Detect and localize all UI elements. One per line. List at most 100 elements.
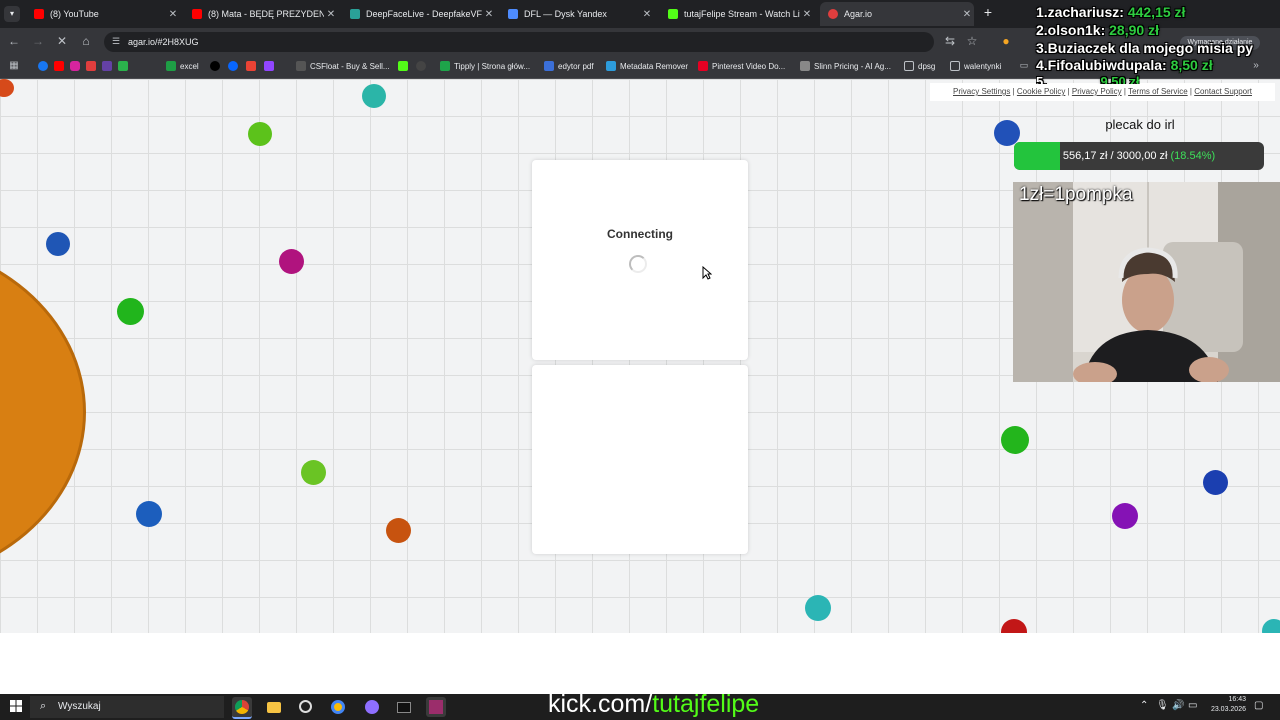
chrome-taskbar-icon[interactable]: [232, 697, 252, 719]
bookmark-icons-3: [398, 61, 426, 71]
footer-links: Privacy Settings | Cookie Policy | Priva…: [930, 83, 1275, 101]
close-icon[interactable]: ✕: [166, 9, 180, 20]
contact-support-link[interactable]: Contact Support: [1194, 87, 1252, 96]
excel-icon: [166, 61, 176, 71]
windows-start-icon[interactable]: [10, 700, 22, 712]
terminal-icon[interactable]: [394, 697, 414, 717]
pinterest-video-icon: [698, 61, 708, 71]
food-cell: [1203, 470, 1228, 495]
forward-icon[interactable]: →: [30, 34, 46, 48]
folder-icon: [904, 61, 914, 71]
donation-goal-bar: 556,17 zł / 3000,00 zł (18.54%): [1014, 142, 1264, 170]
bookmark-star-icon[interactable]: ☆: [964, 34, 980, 48]
bookmark-folder-walentynki[interactable]: walentynki: [950, 61, 1001, 71]
tray-chevron-icon[interactable]: ⌃: [1140, 700, 1148, 711]
yandex-disk-icon: [508, 9, 518, 19]
webcam-feed: [1013, 182, 1280, 382]
webcam-caption: 1zł=1pompka: [1019, 184, 1133, 205]
stop-loading-icon[interactable]: ✕: [54, 34, 70, 48]
download-icon[interactable]: [416, 61, 426, 71]
terms-of-service-link[interactable]: Terms of Service: [1128, 87, 1188, 96]
privacy-settings-link[interactable]: Privacy Settings: [953, 87, 1010, 96]
tab-mata[interactable]: (8) Mata - BĘDĘ PREZYDEN ✕: [184, 2, 338, 26]
back-icon[interactable]: ←: [6, 34, 22, 48]
pinterest-icon[interactable]: [86, 61, 96, 71]
tab-kick-stream[interactable]: tutajFelipe Stream - Watch Live ✕: [660, 2, 814, 26]
close-icon[interactable]: ✕: [482, 9, 496, 20]
food-cell: [1001, 426, 1029, 454]
gmail-icon[interactable]: [246, 61, 256, 71]
instagram-icon[interactable]: [70, 61, 80, 71]
chrome-profile-icon[interactable]: [328, 697, 348, 717]
shield-icon[interactable]: [118, 61, 128, 71]
apps-grid-icon[interactable]: ▦: [6, 60, 22, 71]
new-tab-button[interactable]: +: [980, 4, 996, 20]
tab-deepfacelive[interactable]: DeepFaceLive - DeepfakeVFX.c ✕: [342, 2, 496, 26]
url-text: agar.io/#2H8XUG: [128, 37, 199, 47]
mouse-cursor-icon: [702, 266, 712, 280]
taskbar-clock[interactable]: 16:43 23.03.2026: [1196, 695, 1246, 715]
capture-tool-icon[interactable]: [296, 697, 316, 717]
youtube-icon: [192, 9, 202, 19]
food-cell: [46, 232, 70, 256]
bookmark-icons: [38, 61, 128, 71]
volume-icon[interactable]: 🔊: [1172, 700, 1184, 711]
folder-icon[interactable]: ▭: [1016, 60, 1032, 71]
bookmark-metadata-remover[interactable]: Metadata Remover: [606, 61, 688, 71]
bookmark-tipply[interactable]: Tipply | Strona głów...: [440, 61, 530, 71]
tiktok-icon[interactable]: [210, 61, 220, 71]
site-info-icon[interactable]: ☰: [112, 36, 120, 47]
file-explorer-icon[interactable]: [264, 697, 284, 717]
tab-youtube[interactable]: (8) YouTube ✕: [26, 2, 180, 26]
home-icon[interactable]: ⌂: [78, 34, 94, 48]
taskbar-search[interactable]: Wyszukaj: [30, 696, 224, 718]
kick-icon[interactable]: [398, 61, 408, 71]
food-cell: [1001, 619, 1027, 633]
youtube-icon[interactable]: [54, 61, 64, 71]
agario-icon: [828, 9, 838, 19]
address-bar[interactable]: agar.io/#2H8XUG: [104, 32, 934, 52]
bookmark-pinterest-video[interactable]: Pinterest Video Do...: [698, 61, 785, 71]
cookie-policy-link[interactable]: Cookie Policy: [1017, 87, 1065, 96]
meta-icon[interactable]: [228, 61, 238, 71]
food-cell: [805, 595, 831, 621]
tab-yandex-disk[interactable]: DFL — Dysk Yandex ✕: [500, 2, 654, 26]
privacy-policy-link[interactable]: Privacy Policy: [1072, 87, 1122, 96]
deepfacelive-icon: [350, 9, 360, 19]
close-icon[interactable]: ✕: [960, 9, 974, 20]
twitch-icon[interactable]: [264, 61, 274, 71]
close-icon[interactable]: ✕: [324, 9, 338, 20]
food-cell: [1262, 619, 1280, 633]
csfloat-icon: [296, 61, 306, 71]
notifications-icon[interactable]: ▢: [1254, 700, 1263, 711]
food-cell: [0, 79, 14, 97]
connecting-dialog: Connecting: [532, 160, 748, 360]
m-icon[interactable]: [102, 61, 112, 71]
donation-goal-text: 556,17 zł / 3000,00 zł (18.54%): [1062, 150, 1216, 162]
food-cell: [386, 518, 411, 543]
microphone-icon[interactable]: 🎙: [1156, 700, 1169, 711]
food-cell: [362, 84, 386, 108]
discord-icon[interactable]: [362, 697, 382, 717]
food-cell: [248, 122, 272, 146]
bookmark-csfloat[interactable]: CSFloat - Buy & Sell...: [296, 61, 390, 71]
facebook-icon[interactable]: [38, 61, 48, 71]
bookmark-excel[interactable]: excel: [166, 61, 199, 71]
translate-icon[interactable]: ⇆: [942, 34, 958, 48]
more-bookmarks-icon[interactable]: »: [1248, 60, 1264, 71]
tab-search-icon[interactable]: ▾: [4, 6, 20, 22]
pdf-icon: [544, 61, 554, 71]
bookmark-slinn[interactable]: Slinn Pricing - AI Ag...: [800, 61, 891, 71]
loading-spinner-icon: [629, 255, 647, 273]
bookmark-icons-2: [210, 61, 274, 71]
bookmark-pdf-editor[interactable]: edytor pdf: [544, 61, 594, 71]
close-icon[interactable]: ✕: [640, 9, 654, 20]
tipply-icon: [440, 61, 450, 71]
bookmark-folder-dpsg[interactable]: dpsg: [904, 61, 935, 71]
leaderboard-entry: 3.Buziaczek dla mojego misia py: [1036, 40, 1254, 56]
extension-icon[interactable]: ●: [998, 34, 1014, 48]
close-icon[interactable]: ✕: [800, 9, 814, 20]
tab-agario[interactable]: Agar.io ✕: [820, 2, 974, 26]
connecting-title: Connecting: [607, 227, 673, 241]
winrar-icon[interactable]: [426, 697, 446, 717]
